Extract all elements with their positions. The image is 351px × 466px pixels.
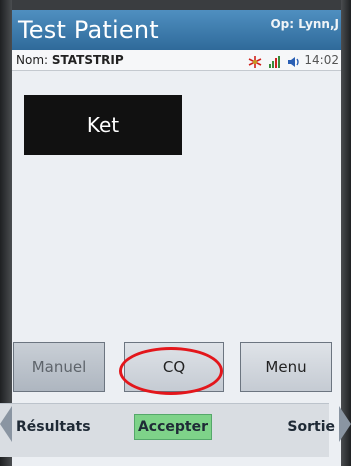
menu-button[interactable]: Menu [240,342,332,392]
left-arrow-icon[interactable] [0,406,12,442]
device-bezel-right [341,0,351,466]
ketone-test-tile[interactable]: Ket [24,95,182,155]
title-bar: Test Patient Op: Lynn,J [12,10,341,50]
signal-bars-icon [268,54,282,73]
status-icons [247,53,301,68]
operator-label: Op: Lynn,J [270,17,339,31]
manuel-button[interactable]: Manuel [13,342,105,392]
cq-button[interactable]: CQ [124,342,224,392]
info-bar: Nom: STATSTRIP 14:02 [12,50,341,71]
right-arrow-icon[interactable] [339,406,351,442]
resultats-softkey[interactable]: Résultats [16,419,91,435]
nom-label: Nom: [16,53,49,67]
sortie-softkey[interactable]: Sortie [287,419,335,435]
accepter-softkey[interactable]: Accepter [134,414,212,440]
device-bezel-top [0,0,351,10]
wireless-icon [247,54,263,73]
device-bezel-left [0,0,12,466]
nom-value: STATSTRIP [51,53,124,67]
clock: 14:02 [304,53,339,67]
device-name: Nom: STATSTRIP [16,53,124,67]
page-title: Test Patient [18,16,159,44]
speaker-icon [287,54,301,73]
device-screen: Test Patient Op: Lynn,J Nom: STATSTRIP 1… [12,10,341,466]
